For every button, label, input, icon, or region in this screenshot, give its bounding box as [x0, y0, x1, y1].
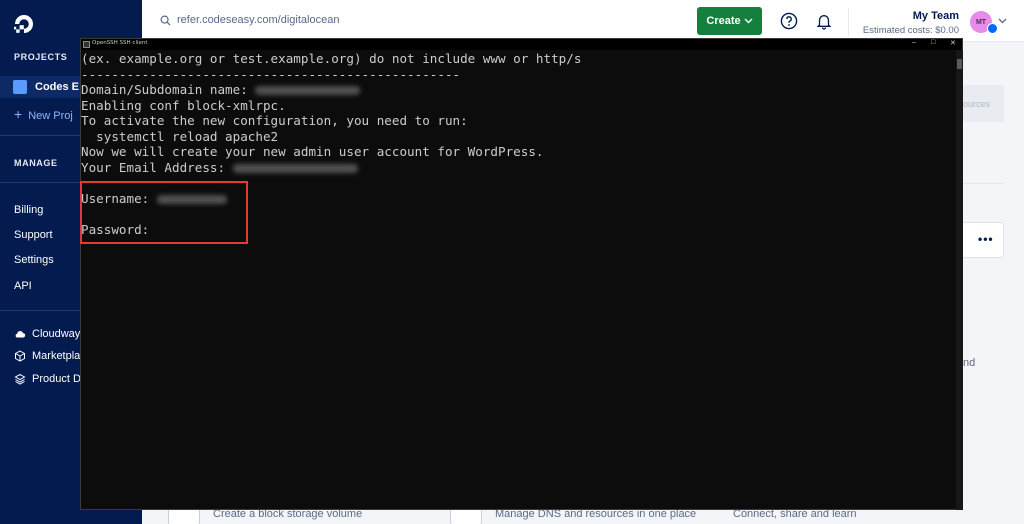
terminal-line: (ex. example.org or test.example.org) do…	[81, 51, 581, 67]
help-icon[interactable]	[780, 12, 798, 30]
terminal-line-text: (ex. example.org or test.example.org) do…	[81, 51, 582, 66]
chevron-down-icon	[744, 18, 753, 24]
project-name: Codes E	[35, 81, 80, 93]
projects-heading: PROJECTS	[14, 52, 68, 62]
terminal-window-title: OpenSSH SSH client	[92, 40, 148, 46]
sidebar-item-product-docs[interactable]: Product D	[14, 373, 81, 385]
cube-icon	[15, 350, 25, 362]
sidebar-item-settings[interactable]: Settings	[14, 254, 54, 266]
manage-heading: MANAGE	[14, 158, 58, 168]
plus-icon: +	[14, 106, 23, 122]
close-icon[interactable]: ✕	[950, 39, 956, 47]
new-project-label: New Proj	[28, 110, 73, 122]
sidebar-item-label: Cloudway	[32, 328, 81, 340]
header-divider	[848, 8, 849, 36]
layers-icon	[14, 373, 26, 385]
terminal-scrollbar[interactable]	[956, 50, 963, 510]
resource-card-label: ources	[963, 99, 991, 109]
sidebar-item-label: Marketpla	[32, 350, 81, 362]
credentials-highlight-box	[80, 181, 248, 244]
terminal-line: ----------------------------------------…	[81, 67, 581, 83]
text-fragment: nd	[963, 357, 976, 369]
search-input[interactable]: refer.codeseasy.com/digitalocean	[177, 14, 339, 26]
new-project-link[interactable]: + New Proj	[14, 106, 73, 122]
team-name[interactable]: My Team	[880, 10, 959, 22]
maximize-icon[interactable]: □	[931, 39, 935, 46]
redacted-value	[255, 86, 361, 95]
terminal-line: Now we will create your new admin user a…	[81, 144, 581, 160]
digitalocean-logo-icon[interactable]	[12, 12, 36, 36]
sidebar-item-api[interactable]: API	[14, 280, 32, 292]
estimated-costs: Estimated costs: $0.00	[862, 25, 959, 36]
terminal-line: Domain/Subdomain name:	[81, 82, 581, 98]
terminal-titlebar[interactable]: OpenSSH SSH client – □ ✕	[81, 39, 962, 50]
sidebar-item-label: Product D	[32, 373, 81, 385]
terminal-line: To activate the new configuration, you n…	[81, 113, 581, 129]
cloud-icon	[15, 331, 26, 338]
project-icon	[13, 80, 27, 94]
sidebar-item-cloudways[interactable]: Cloudway	[14, 328, 80, 340]
terminal-app-icon	[83, 41, 90, 48]
redacted-value	[232, 163, 358, 173]
sidebar-item-billing[interactable]: Billing	[14, 204, 43, 216]
terminal-line-text: Your Email Address:	[81, 159, 233, 175]
search-icon	[160, 15, 171, 26]
terminal-line-text: Now we will create your new admin user a…	[81, 144, 544, 159]
create-button-label: Create	[706, 15, 741, 27]
scrollbar-thumb[interactable]	[957, 59, 962, 69]
ssh-terminal-window[interactable]: OpenSSH SSH client – □ ✕ (ex. example.or…	[80, 38, 963, 510]
terminal-line-text: Domain/Subdomain name:	[81, 82, 256, 97]
terminal-line-text: ----------------------------------------…	[81, 66, 461, 82]
terminal-line: Your Email Address:	[81, 160, 581, 176]
more-options-icon[interactable]: •••	[978, 232, 994, 246]
sidebar-item-support[interactable]: Support	[14, 229, 53, 241]
terminal-line-text: To activate the new configuration, you n…	[81, 113, 468, 128]
terminal-line-text: systemctl reload apache2	[81, 128, 279, 144]
terminal-line: systemctl reload apache2	[81, 129, 581, 145]
bell-icon[interactable]	[815, 12, 833, 30]
terminal-line: Enabling conf block-xmlrpc.	[81, 98, 581, 114]
team-badge-icon	[987, 23, 998, 34]
sidebar-item-marketplace[interactable]: Marketpla	[14, 350, 80, 362]
minimize-icon[interactable]: –	[912, 39, 916, 46]
content-divider	[963, 183, 1004, 184]
chevron-down-icon[interactable]	[998, 18, 1007, 24]
terminal-line-text: Enabling conf block-xmlrpc.	[81, 97, 286, 113]
create-button[interactable]: Create	[697, 7, 762, 35]
